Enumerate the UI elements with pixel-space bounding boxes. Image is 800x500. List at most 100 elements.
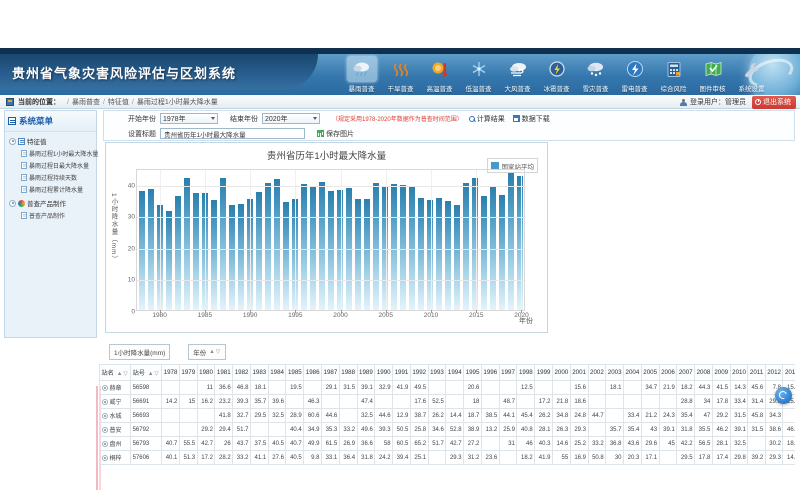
nav-item-综合风险[interactable]: 综合风险 xyxy=(654,56,693,93)
col-header-year-1991[interactable]: 1991 xyxy=(393,365,411,381)
measure-sort-control[interactable]: 1小时降水量(mm) xyxy=(109,344,170,360)
nav-item-干旱普查[interactable]: 干旱普查 xyxy=(381,56,420,93)
col-header-year-2000[interactable]: 2000 xyxy=(552,365,570,381)
breadcrumb-item[interactable]: 暴雨过程1小时最大降水量 xyxy=(137,99,218,106)
nav-item-雪灾普查[interactable]: 雪灾普查 xyxy=(576,56,615,93)
bar-2019[interactable] xyxy=(508,173,514,310)
bar-1996[interactable] xyxy=(301,184,307,310)
col-header-year-1985[interactable]: 1985 xyxy=(286,365,304,381)
col-header-year-2002[interactable]: 2002 xyxy=(588,365,606,381)
col-header-station[interactable]: 站名▲▽ xyxy=(100,365,131,381)
radio-icon[interactable] xyxy=(102,441,108,447)
bar-1988[interactable] xyxy=(229,205,235,310)
col-header-year-1994[interactable]: 1994 xyxy=(446,365,464,381)
radio-icon[interactable] xyxy=(102,385,108,391)
station-name-cell[interactable]: 盘州 xyxy=(100,437,131,451)
expand-icon[interactable] xyxy=(9,138,16,145)
bar-2000[interactable] xyxy=(337,190,343,310)
sidebar-item-暴雨过程累计降水量[interactable]: 暴雨过程累计降水量 xyxy=(21,185,96,194)
col-header-year-1989[interactable]: 1989 xyxy=(357,365,375,381)
sidebar-group-普查产品制作[interactable]: 普查产品制作 xyxy=(9,198,96,208)
col-header-year-1981[interactable]: 1981 xyxy=(215,365,233,381)
col-header-year-2009[interactable]: 2009 xyxy=(712,365,730,381)
bar-1991[interactable] xyxy=(256,192,262,310)
station-name-cell[interactable]: 水城 xyxy=(100,409,131,423)
col-header-year-1979[interactable]: 1979 xyxy=(179,365,197,381)
bar-1992[interactable] xyxy=(265,183,271,310)
col-header-year-1980[interactable]: 1980 xyxy=(197,365,215,381)
station-name-cell[interactable]: 桐梓 xyxy=(100,451,131,465)
nav-item-低温普查[interactable]: 低温普查 xyxy=(459,56,498,93)
radio-icon[interactable] xyxy=(102,455,108,461)
bar-2009[interactable] xyxy=(418,198,424,310)
sidebar-item-暴雨过程持续天数[interactable]: 暴雨过程持续天数 xyxy=(21,173,96,182)
radio-icon[interactable] xyxy=(102,427,108,433)
col-header-year-2011[interactable]: 2011 xyxy=(748,365,765,381)
col-header-year-2005[interactable]: 2005 xyxy=(641,365,659,381)
floating-widget-icon[interactable] xyxy=(775,387,792,404)
col-header-year-1987[interactable]: 1987 xyxy=(322,365,340,381)
nav-item-雷电普查[interactable]: 雷电普查 xyxy=(615,56,654,93)
col-header-year-1990[interactable]: 1990 xyxy=(375,365,393,381)
calc-result-button[interactable]: 计算结果 xyxy=(469,114,505,124)
bar-1989[interactable] xyxy=(238,204,244,310)
bar-2018[interactable] xyxy=(499,195,505,310)
bar-2007[interactable] xyxy=(400,185,406,310)
bar-2002[interactable] xyxy=(355,199,361,310)
breadcrumb-item[interactable]: 暴雨普查 xyxy=(72,99,100,106)
bar-1983[interactable] xyxy=(184,178,190,310)
breadcrumb-item[interactable]: 特征值 xyxy=(108,99,129,106)
nav-item-图件审核[interactable]: 图件审核 xyxy=(693,56,732,93)
bar-2003[interactable] xyxy=(364,199,370,310)
bar-1982[interactable] xyxy=(175,196,181,310)
col-header-year-1982[interactable]: 1982 xyxy=(233,365,251,381)
nav-item-高温普查[interactable]: 高温普查 xyxy=(420,56,459,93)
expand-icon[interactable] xyxy=(9,200,16,207)
col-header-year-2010[interactable]: 2010 xyxy=(730,365,748,381)
end-year-select[interactable]: 2020年 xyxy=(262,113,320,124)
bar-1984[interactable] xyxy=(193,193,199,310)
col-header-year-1999[interactable]: 1999 xyxy=(535,365,553,381)
nav-item-暴雨普查[interactable]: 暴雨普查 xyxy=(342,56,381,93)
col-header-year-2003[interactable]: 2003 xyxy=(606,365,624,381)
sidebar-item-普查产品制作[interactable]: 普查产品制作 xyxy=(21,211,96,220)
station-name-cell[interactable]: 威宁 xyxy=(100,395,131,409)
chart-title-input[interactable] xyxy=(160,128,305,139)
station-name-cell[interactable]: 普安 xyxy=(100,423,131,437)
radio-icon[interactable] xyxy=(102,399,108,405)
col-header-station-id[interactable]: 站号▲▽ xyxy=(131,365,162,381)
bar-2004[interactable] xyxy=(373,183,379,310)
nav-item-冰雹普查[interactable]: 冰雹普查 xyxy=(537,56,576,93)
col-header-year-2001[interactable]: 2001 xyxy=(570,365,588,381)
radio-icon[interactable] xyxy=(102,413,108,419)
bar-2011[interactable] xyxy=(436,198,442,310)
col-header-year-1986[interactable]: 1986 xyxy=(304,365,322,381)
bar-1999[interactable] xyxy=(328,191,334,310)
bar-2006[interactable] xyxy=(391,184,397,310)
bar-1993[interactable] xyxy=(274,179,280,310)
save-image-button[interactable]: 保存图片 xyxy=(317,129,354,139)
col-header-year-1995[interactable]: 1995 xyxy=(464,365,482,381)
col-header-year-2007[interactable]: 2007 xyxy=(677,365,695,381)
bar-1981[interactable] xyxy=(166,211,172,310)
bar-1978[interactable] xyxy=(139,191,145,310)
col-header-year-1984[interactable]: 1984 xyxy=(268,365,286,381)
col-header-year-1993[interactable]: 1993 xyxy=(428,365,446,381)
col-header-year-1988[interactable]: 1988 xyxy=(339,365,357,381)
nav-item-大风普查[interactable]: 大风普查 xyxy=(498,56,537,93)
col-header-year-1996[interactable]: 1996 xyxy=(481,365,499,381)
start-year-select[interactable]: 1978年 xyxy=(160,113,218,124)
col-header-year-1997[interactable]: 1997 xyxy=(499,365,517,381)
bar-2014[interactable] xyxy=(463,183,469,310)
col-header-year-2013[interactable]: 2013 xyxy=(783,365,795,381)
col-header-year-2004[interactable]: 2004 xyxy=(624,365,642,381)
bar-2013[interactable] xyxy=(454,205,460,310)
sidebar-group-特征值[interactable]: 特征值 xyxy=(9,136,96,146)
nav-item-系统设置[interactable]: 系统设置 xyxy=(732,56,771,93)
col-header-year-1978[interactable]: 1978 xyxy=(162,365,180,381)
bar-1987[interactable] xyxy=(220,178,226,310)
sidebar-item-暴雨过程1小时最大降水量[interactable]: 暴雨过程1小时最大降水量 xyxy=(21,149,96,158)
col-header-year-1983[interactable]: 1983 xyxy=(250,365,268,381)
bar-2016[interactable] xyxy=(481,196,487,310)
col-header-year-1992[interactable]: 1992 xyxy=(410,365,428,381)
